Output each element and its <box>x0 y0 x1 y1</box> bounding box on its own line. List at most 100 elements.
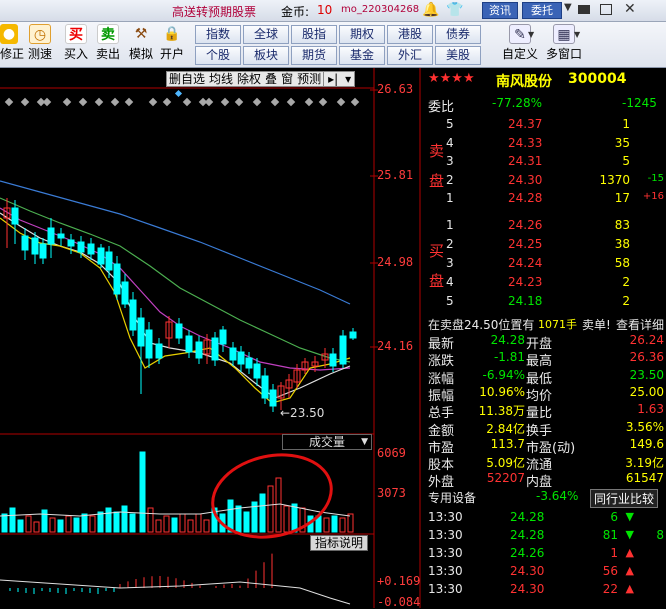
quote-row: 最新 24.28 开盘 26.24 <box>428 333 664 352</box>
indicator-info-button[interactable]: 指标说明 <box>310 535 368 551</box>
sell-button[interactable]: 卖 卖出 <box>94 22 122 62</box>
grid-btn-stockindex[interactable]: 股指 <box>291 25 337 44</box>
event-diamond-icon <box>304 97 314 107</box>
minimize-icon[interactable] <box>578 5 590 14</box>
indicator-tick-1: +0.169 <box>377 574 421 588</box>
chart-toolbar: 删自选 均线 除权叠窗预测 ▸| ▾ <box>166 71 356 87</box>
chevron-down-icon[interactable]: ▾ <box>342 72 354 86</box>
grid-btn-forex[interactable]: 外汇 <box>387 46 433 65</box>
candle-body <box>129 299 137 331</box>
candle-body <box>31 237 39 255</box>
cursor-diamond-icon <box>174 89 183 98</box>
quote-row: 市盈 113.7 市盈(动) 149.6 <box>428 436 664 456</box>
candle-body <box>57 233 65 239</box>
tool-ma[interactable]: 均线 <box>207 72 235 86</box>
lock-icon: 🔒 <box>163 26 181 42</box>
grid-btn-options[interactable]: 期权 <box>339 25 385 44</box>
speedtest-button[interactable]: ◷ 测速 <box>26 22 54 62</box>
chevron-down-icon[interactable]: ▼ <box>564 2 572 13</box>
multiwindow-button[interactable]: ▦ 多窗口 <box>544 22 584 62</box>
chevron-down-icon[interactable]: ▼ <box>528 30 534 39</box>
volume-bar <box>89 515 96 533</box>
buy-level-5[interactable]: 5 24.18 2 <box>426 294 666 312</box>
volume-bar <box>323 517 330 533</box>
event-diamond-icon <box>336 97 346 107</box>
price-tick-2: 25.81 <box>377 168 414 182</box>
fix-button[interactable]: ● 修正 <box>0 22 24 62</box>
grid-btn-funds[interactable]: 基金 <box>339 46 385 65</box>
candle-body <box>211 337 219 361</box>
open-account-button[interactable]: 🔒 开户 <box>158 22 186 62</box>
news-button[interactable]: 资讯 <box>482 2 518 19</box>
candle-body <box>105 251 113 271</box>
stock-code: 300004 <box>568 71 627 87</box>
buy-level-2[interactable]: 2 24.25 38 <box>426 237 666 255</box>
candle-body <box>261 375 269 399</box>
promo-link[interactable]: 高送转预期股票 <box>172 3 256 20</box>
price-tick-3: 24.98 <box>377 255 414 269</box>
volume-bar <box>171 517 178 533</box>
arrow-down-icon: ▼ <box>625 510 634 523</box>
event-diamond-icon <box>182 97 192 107</box>
grid-btn-stocks[interactable]: 个股 <box>195 46 241 65</box>
close-icon[interactable]: ✕ <box>624 1 636 17</box>
candle-body <box>229 347 237 361</box>
buy-level-1[interactable]: 1 24.26 83 <box>426 218 666 236</box>
volume-bar <box>291 503 298 533</box>
restore-icon[interactable] <box>600 4 612 15</box>
arrow-up-icon: ▲ <box>625 546 634 559</box>
indicator-tick-2: -0.084 <box>377 595 421 609</box>
event-diamond-icon <box>94 97 104 107</box>
tool-overlay[interactable]: 叠 <box>263 72 279 86</box>
grid-btn-futures[interactable]: 期货 <box>291 46 337 65</box>
grid-btn-sectors[interactable]: 板块 <box>243 46 289 65</box>
event-diamond-icon <box>204 97 214 107</box>
sell-level-2[interactable]: 2 24.30 1370 -15 <box>426 173 666 191</box>
grid-btn-bonds[interactable]: 债券 <box>435 25 481 44</box>
tool-window[interactable]: 窗 <box>279 72 295 86</box>
candle-body <box>97 247 105 265</box>
bell-icon[interactable]: 🔔 <box>422 2 439 18</box>
simulate-button[interactable]: ⚒ 模拟 <box>126 22 156 62</box>
volume-selector[interactable]: 成交量 ▼ <box>282 434 372 450</box>
quote-row: 股本 5.09亿 流通 3.19亿 <box>428 456 664 474</box>
volume-bar <box>129 513 136 533</box>
sell-level-5[interactable]: 5 24.37 1 <box>426 117 666 135</box>
sell-level-3[interactable]: 3 24.31 5 <box>426 154 666 172</box>
shirt-icon[interactable]: 👕 <box>446 2 463 18</box>
peer-compare-button[interactable]: 同行业比较 <box>590 489 659 508</box>
order-button[interactable]: 委托 <box>522 2 562 19</box>
big-order-notice[interactable]: 在卖盘24.50位置有 1071手 卖单! 查看详细 <box>426 316 666 334</box>
kline-chart[interactable]: 删自选 均线 除权叠窗预测 ▸| ▾ 26.63 25.81 24.98 24.16 ←… <box>0 68 424 609</box>
candle-body <box>11 207 19 225</box>
candle-body <box>237 351 245 365</box>
pin-icon[interactable]: ▸| <box>323 72 343 86</box>
buy-button[interactable]: 买 买入 <box>62 22 90 62</box>
grid-btn-us[interactable]: 美股 <box>435 46 481 65</box>
event-diamond-icon <box>252 97 262 107</box>
tool-forecast[interactable]: 预测 <box>295 72 323 86</box>
buy-level-4[interactable]: 4 24.23 2 <box>426 275 666 293</box>
customize-button[interactable]: ✎ 自定义 <box>500 22 540 62</box>
chevron-down-icon[interactable]: ▼ <box>574 30 580 39</box>
candle-body <box>269 389 277 407</box>
sell-level-1[interactable]: 1 24.28 17 +16 <box>426 191 666 209</box>
buy-level-3[interactable]: 3 24.24 58 <box>426 256 666 274</box>
grid-btn-hk[interactable]: 港股 <box>387 25 433 44</box>
event-diamond-icon <box>162 97 172 107</box>
volume-bar <box>347 513 354 533</box>
grid-btn-index[interactable]: 指数 <box>195 25 241 44</box>
tool-remove-fav[interactable]: 删自选 <box>167 72 207 86</box>
volume-bar <box>155 519 162 533</box>
volume-bar <box>1 513 8 533</box>
volume-bar <box>25 515 32 533</box>
grid-btn-global[interactable]: 全球 <box>243 25 289 44</box>
tick-row: 13:30 24.28 81 ▼ 8 <box>428 528 664 542</box>
volume-bar <box>9 507 16 533</box>
tool-exright[interactable]: 除权 <box>235 72 263 86</box>
stock-header: ★★★★ 南风股份 300004 <box>426 71 666 91</box>
title-bar: 高送转预期股票 金币: 10 mo_220304268 🔔 👕 资讯 委托 ▼ … <box>0 0 666 22</box>
sell-level-4[interactable]: 4 24.33 35 <box>426 136 666 154</box>
event-diamond-icon <box>4 97 14 107</box>
event-diamond-icon <box>286 97 296 107</box>
